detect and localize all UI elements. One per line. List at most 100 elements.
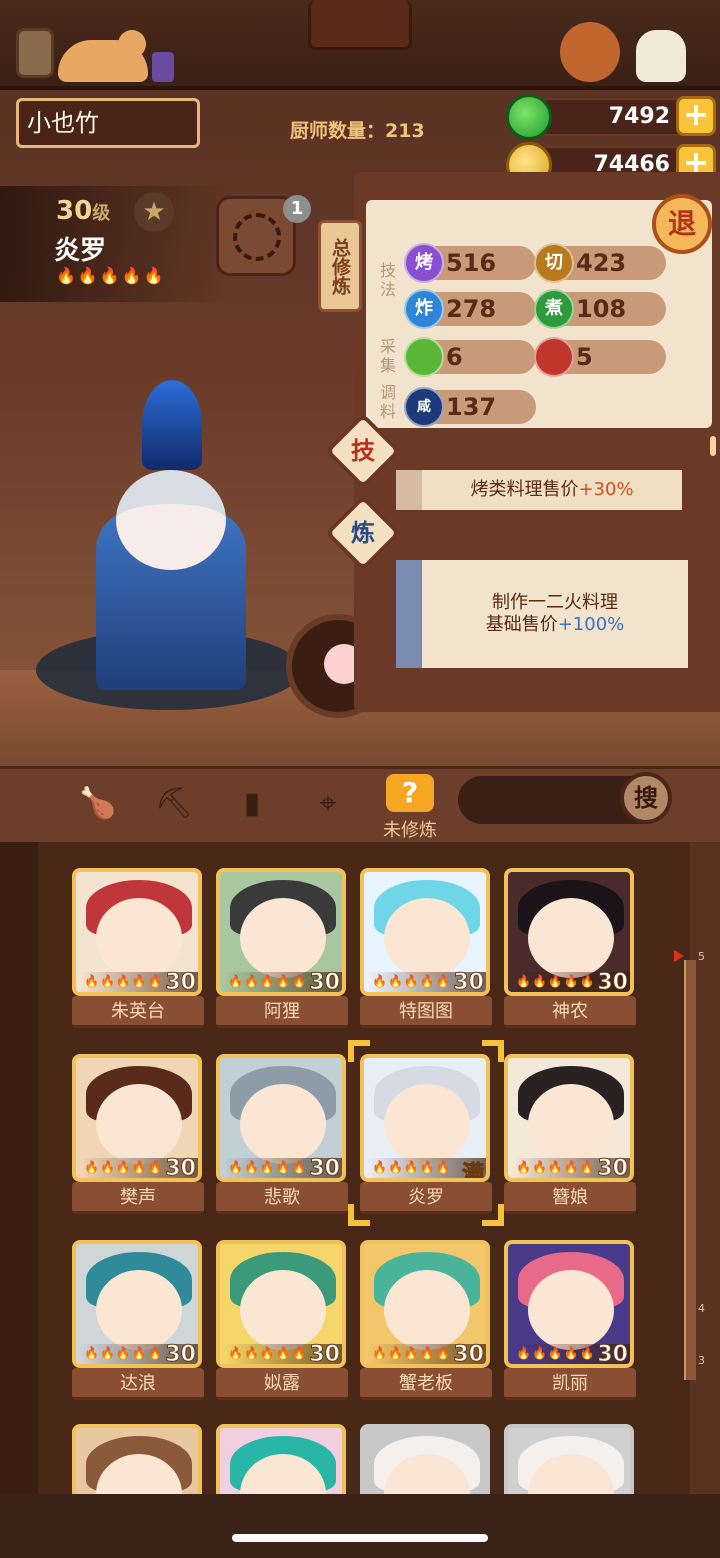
chef-card[interactable]: 🔥🔥🔥🔥🔥 30 簪娘 xyxy=(504,1054,636,1218)
panel-scrollbar[interactable] xyxy=(710,436,716,456)
chef-card[interactable]: 🔥🔥🔥🔥🔥 30 蟹老板 xyxy=(360,1240,492,1404)
chef-flames: 🔥🔥🔥🔥🔥 xyxy=(516,1160,596,1174)
chef-name: 神农 xyxy=(504,996,636,1028)
chef-card[interactable]: 🔥🔥🔥🔥🔥 30 朱英台 xyxy=(72,868,204,1032)
filter-jar-icon[interactable]: ▮ xyxy=(230,786,274,826)
filter-untrained[interactable]: ? 未修炼 xyxy=(380,774,440,841)
stat-roast: 烤 516 xyxy=(404,243,536,283)
stat-meat: 肉 5 xyxy=(534,337,666,377)
jade-currency: 7492 + xyxy=(506,94,716,140)
chef-portrait: 🔥🔥🔥🔥🔥 30 xyxy=(72,1240,202,1368)
chef-card[interactable]: 🔥🔥🔥🔥🔥 30 凯丽 xyxy=(504,1240,636,1404)
equipment-combo-button[interactable]: 1 xyxy=(216,195,311,276)
chef-face xyxy=(384,1084,470,1164)
salty-icon: 咸 xyxy=(404,387,444,427)
chef-portrait: 🔥🔥🔥🔥🔥 30 xyxy=(360,868,490,996)
chef-card-footer: 🔥🔥🔥🔥🔥 30 xyxy=(512,1342,630,1367)
stat-salty: 咸 137 xyxy=(404,387,536,427)
chef-card[interactable]: 🔥🔥🔥🔥🔥 30 达浪 xyxy=(72,1240,204,1404)
tab-total-training[interactable]: 总修炼 xyxy=(318,220,362,312)
chef-face xyxy=(240,898,326,978)
chef-level: 满 xyxy=(461,1162,484,1182)
chef-portrait: 🔥🔥🔥🔥🔥 30 xyxy=(216,1240,346,1368)
character-name: 炎罗 xyxy=(54,236,107,266)
ruler-marker xyxy=(674,950,684,962)
filter-location-icon[interactable]: ⌖ xyxy=(306,786,350,826)
exit-button[interactable]: 退 xyxy=(652,194,712,254)
chef-level: 30 xyxy=(309,1342,341,1367)
chef-card[interactable]: 🔥🔥🔥🔥🔥 30 樊声 xyxy=(72,1054,204,1218)
chef-card[interactable]: 🔥🔥🔥🔥🔥 满炎罗 xyxy=(360,1054,492,1218)
chef-card[interactable]: 🔥🔥🔥🔥🔥 30 姒露 xyxy=(216,1240,348,1404)
chef-level: 30 xyxy=(165,970,197,995)
roast-icon: 烤 xyxy=(404,243,444,283)
character-info: 30级 ★ 炎罗 🔥🔥🔥🔥🔥 xyxy=(0,186,230,302)
chef-portrait: 🔥🔥🔥🔥🔥 30 xyxy=(504,1054,634,1182)
star-icon[interactable]: ★ xyxy=(134,192,174,232)
stat-fry: 炸 278 xyxy=(404,289,536,329)
stat-boil: 煮 108 xyxy=(534,289,666,329)
chef-level: 30 xyxy=(309,970,341,995)
selection-corner xyxy=(348,1040,370,1062)
chef-face xyxy=(528,1084,614,1164)
chef-portrait: 🔥🔥🔥🔥🔥 30 xyxy=(72,868,202,996)
chef-card[interactable]: 🔥🔥🔥🔥🔥 30 神农 xyxy=(504,868,636,1032)
chef-count: 厨师数量：213 xyxy=(290,120,425,142)
gear-icon xyxy=(233,213,281,261)
chef-name: 炎罗 xyxy=(360,1182,492,1214)
hero-head xyxy=(116,470,226,570)
untrained-icon: ? xyxy=(386,774,434,812)
chef-portrait: 🔥🔥🔥🔥🔥 30 xyxy=(504,1240,634,1368)
combo-badge: 1 xyxy=(283,195,311,223)
chef-name: 阿狸 xyxy=(216,996,348,1028)
home-indicator[interactable] xyxy=(232,1534,488,1542)
chef-card-footer: 🔥🔥🔥🔥🔥 30 xyxy=(368,1342,486,1364)
jade-amount: 7492 xyxy=(608,104,670,129)
hero-hat xyxy=(142,380,202,470)
chef-card[interactable]: 🔥🔥🔥🔥🔥 30 阿狸 xyxy=(216,868,348,1032)
chef-card-footer: 🔥🔥🔥🔥🔥 30 xyxy=(368,970,486,992)
meat-icon: 肉 xyxy=(534,337,574,377)
skill-bonus: 烤类料理售价+30% xyxy=(396,470,682,510)
jar-decoration xyxy=(152,52,174,82)
label-seasoning: 调料 xyxy=(377,384,396,422)
ruler-4: 4 xyxy=(698,1302,705,1315)
chef-flames: 🔥🔥🔥🔥🔥 xyxy=(84,1160,164,1174)
chef-level: 30 xyxy=(165,1342,197,1367)
player-name[interactable]: 小也竹 xyxy=(16,98,200,148)
chef-flames: 🔥🔥🔥🔥🔥 xyxy=(516,1346,596,1360)
chef-card-footer: 🔥🔥🔥🔥🔥 30 xyxy=(224,1156,342,1178)
chef-flames: 🔥🔥🔥🔥🔥 xyxy=(228,1160,308,1174)
chef-card-footer: 🔥🔥🔥🔥🔥 30 xyxy=(224,970,342,995)
chef-face xyxy=(528,1270,614,1350)
filter-shovel-icon[interactable]: ⛏ xyxy=(152,786,196,826)
chef-name: 樊声 xyxy=(72,1182,204,1214)
chef-card-footer: 🔥🔥🔥🔥🔥 30 xyxy=(80,970,198,995)
filter-ingredient-icon[interactable]: 🍗 xyxy=(76,786,120,826)
chef-card[interactable]: 🔥🔥🔥🔥🔥 30 悲歌 xyxy=(216,1054,348,1218)
chef-portrait: 🔥🔥🔥🔥🔥 30 xyxy=(216,1054,346,1182)
grid-side xyxy=(0,842,38,1494)
search-button[interactable]: 搜 xyxy=(620,772,672,824)
chef-flames: 🔥🔥🔥🔥🔥 xyxy=(516,974,596,988)
chef-flames: 🔥🔥🔥🔥🔥 xyxy=(372,974,452,988)
add-jade-button[interactable]: + xyxy=(676,96,716,136)
selection-corner xyxy=(482,1040,504,1062)
sleeping-cat-decoration xyxy=(58,30,148,82)
cat-doll-decoration xyxy=(636,30,686,82)
chef-name: 朱英台 xyxy=(72,996,204,1028)
chef-card[interactable]: 🔥🔥🔥🔥🔥 30 特图图 xyxy=(360,868,492,1032)
chef-name: 蟹老板 xyxy=(360,1368,492,1400)
scroll-ruler[interactable] xyxy=(684,960,696,1380)
chef-figure-decoration xyxy=(560,22,620,82)
jade-icon xyxy=(506,94,552,140)
chef-flames: 🔥🔥🔥🔥🔥 xyxy=(372,1346,452,1360)
chef-card-footer: 🔥🔥🔥🔥🔥 30 xyxy=(512,970,630,992)
chef-level: 30 xyxy=(597,1342,629,1367)
chef-face xyxy=(96,1270,182,1350)
chef-name: 特图图 xyxy=(360,996,492,1028)
chef-name: 姒露 xyxy=(216,1368,348,1400)
chef-portrait: 🔥🔥🔥🔥🔥 满 xyxy=(360,1054,490,1182)
hanging-sign-decoration xyxy=(308,0,412,50)
boil-icon: 煮 xyxy=(534,289,574,329)
